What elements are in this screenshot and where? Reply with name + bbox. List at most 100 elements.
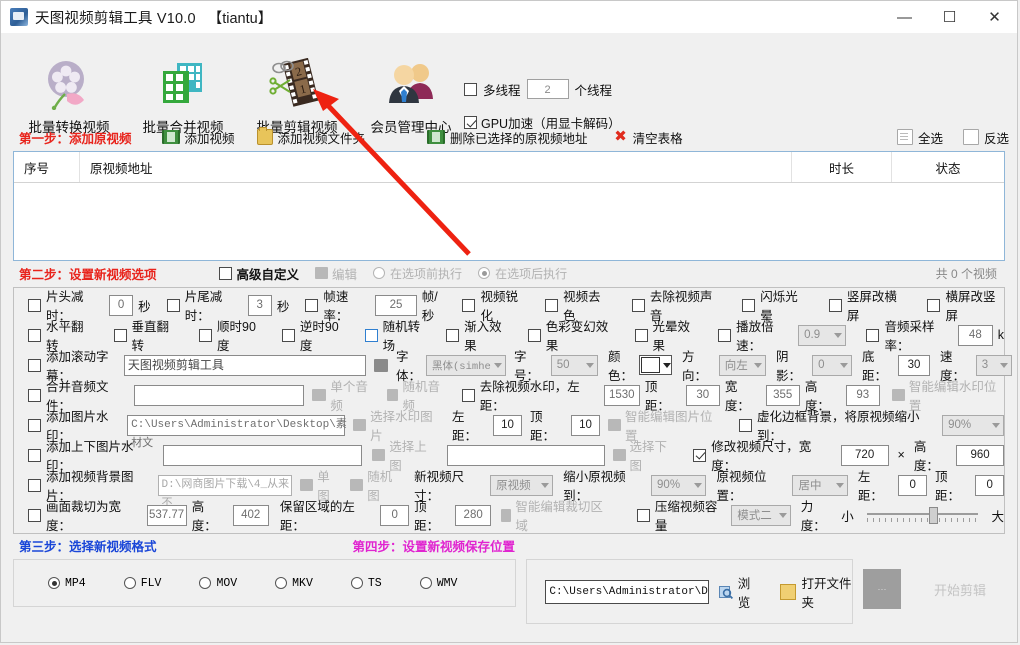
maximize-button[interactable]: ☐ bbox=[927, 1, 972, 33]
blur-background-checkbox[interactable] bbox=[739, 419, 752, 432]
head-trim-checkbox[interactable] bbox=[28, 299, 41, 312]
format-option-mp4[interactable]: MP4 bbox=[48, 577, 86, 590]
exec-after-option[interactable]: 在选项后执行 bbox=[478, 265, 567, 282]
fps-input[interactable]: 25 bbox=[375, 295, 416, 316]
shrink-video-select[interactable]: 90% bbox=[651, 475, 706, 496]
scroll-subtitle-checkbox[interactable] bbox=[28, 359, 41, 372]
resize-width-input[interactable]: 720 bbox=[841, 445, 889, 466]
font-select[interactable]: 黑体(simhei) bbox=[426, 355, 506, 376]
rotate-cw-checkbox[interactable] bbox=[199, 329, 212, 342]
fps-checkbox[interactable] bbox=[305, 299, 318, 312]
vflip-checkbox[interactable] bbox=[114, 329, 127, 342]
subtitle-color-picker[interactable] bbox=[639, 355, 672, 375]
format-option-mov[interactable]: MOV bbox=[199, 577, 237, 590]
format-radio-wmv[interactable] bbox=[420, 577, 432, 589]
compress-checkbox[interactable] bbox=[637, 509, 650, 522]
top-bottom-watermark-checkbox[interactable] bbox=[28, 449, 41, 462]
slider-thumb[interactable] bbox=[929, 507, 938, 524]
exec-after-radio[interactable] bbox=[478, 267, 490, 279]
edit-button[interactable]: 编辑 bbox=[315, 264, 357, 283]
sharpen-checkbox[interactable] bbox=[462, 299, 475, 312]
watermark-width-input[interactable]: 355 bbox=[766, 385, 800, 406]
merge-audio-input[interactable] bbox=[134, 385, 304, 406]
top-image-input[interactable] bbox=[163, 445, 362, 466]
start-clip-button[interactable]: 开始剪辑 bbox=[915, 572, 1005, 606]
exec-before-radio[interactable] bbox=[373, 267, 385, 279]
invert-select-button[interactable]: 反选 bbox=[963, 128, 1009, 147]
format-radio-mkv[interactable] bbox=[275, 577, 287, 589]
random-transition-checkbox[interactable] bbox=[365, 329, 378, 342]
flicker-checkbox[interactable] bbox=[742, 299, 755, 312]
format-option-mkv[interactable]: MKV bbox=[275, 577, 313, 590]
fadein-checkbox[interactable] bbox=[446, 329, 459, 342]
playback-speed-checkbox[interactable] bbox=[718, 329, 731, 342]
samplerate-input[interactable]: 48 bbox=[958, 325, 993, 346]
delete-selected-button[interactable]: 删除已选择的原视频地址 bbox=[427, 128, 588, 147]
vertical-to-horizontal-checkbox[interactable] bbox=[829, 299, 842, 312]
halo-checkbox[interactable] bbox=[635, 329, 648, 342]
remove-audio-checkbox[interactable] bbox=[632, 299, 645, 312]
image-watermark-left-field[interactable]: 左距： 10 bbox=[452, 406, 522, 444]
browse-button[interactable]: 浏览 bbox=[719, 573, 757, 611]
close-button[interactable]: ✕ bbox=[972, 1, 1017, 33]
format-radio-mov[interactable] bbox=[199, 577, 211, 589]
blur-background-select[interactable]: 90% bbox=[942, 415, 1004, 436]
new-video-size-select[interactable]: 原视频 bbox=[490, 475, 553, 496]
resize-video-checkbox[interactable] bbox=[693, 449, 706, 462]
tail-trim-input[interactable]: 3 bbox=[248, 295, 272, 316]
scroll-subtitle-input[interactable]: 天图视频剪辑工具 bbox=[124, 355, 366, 376]
exec-before-option[interactable]: 在选项前执行 bbox=[373, 265, 462, 282]
format-option-wmv[interactable]: WMV bbox=[420, 577, 458, 590]
watermark-top-input[interactable]: 30 bbox=[686, 385, 720, 406]
select-all-button[interactable]: 全选 bbox=[897, 128, 943, 147]
direction-select[interactable]: 向左 bbox=[719, 355, 766, 376]
keep-left-input[interactable]: 0 bbox=[380, 505, 409, 526]
bg-left-input[interactable]: 0 bbox=[898, 475, 927, 496]
remove-watermark-checkbox[interactable] bbox=[462, 389, 475, 402]
head-trim-input[interactable]: 0 bbox=[109, 295, 133, 316]
image-watermark-left-input[interactable]: 10 bbox=[493, 415, 522, 436]
bg-top-input[interactable]: 0 bbox=[975, 475, 1004, 496]
add-video-button[interactable]: 添加视频 bbox=[162, 128, 235, 147]
strength-slider[interactable] bbox=[867, 508, 979, 522]
video-position-select[interactable]: 居中 bbox=[792, 475, 847, 496]
toolbar-member-center[interactable]: 会员管理中心 bbox=[351, 55, 471, 136]
resize-height-input[interactable]: 960 bbox=[956, 445, 1004, 466]
format-radio-mp4[interactable] bbox=[48, 577, 60, 589]
playback-speed-select[interactable]: 0.9 bbox=[798, 325, 846, 346]
clear-table-button[interactable]: ✖ 清空表格 bbox=[614, 128, 683, 147]
compress-mode-select[interactable]: 模式二 bbox=[731, 505, 790, 526]
samplerate-checkbox[interactable] bbox=[866, 329, 879, 342]
multithread-checkbox[interactable] bbox=[464, 83, 477, 96]
watermark-height-input[interactable]: 93 bbox=[846, 385, 880, 406]
fontsize-select[interactable]: 50 bbox=[551, 355, 598, 376]
bottom-dist-input[interactable]: 30 bbox=[898, 355, 930, 376]
toolbar-merge-video[interactable]: 批量合并视频 bbox=[123, 55, 243, 136]
hflip-checkbox[interactable] bbox=[28, 329, 41, 342]
video-list-table[interactable]: 序号 原视频地址 时长 状态 bbox=[13, 151, 1005, 261]
shadow-select[interactable]: 0 bbox=[812, 355, 852, 376]
advanced-custom-option[interactable]: 高级自定义 bbox=[219, 264, 300, 283]
background-image-checkbox[interactable] bbox=[28, 479, 41, 492]
subtitle-speed-select[interactable]: 3 bbox=[976, 355, 1012, 376]
advanced-custom-checkbox[interactable] bbox=[219, 267, 232, 280]
decolor-checkbox[interactable] bbox=[545, 299, 558, 312]
thread-count-input[interactable]: 2 bbox=[527, 79, 569, 99]
merge-audio-checkbox[interactable] bbox=[28, 389, 41, 402]
rotate-ccw-checkbox[interactable] bbox=[282, 329, 295, 342]
add-image-watermark-checkbox[interactable] bbox=[28, 419, 41, 432]
watermark-left-input[interactable]: 1530 bbox=[604, 385, 640, 406]
format-option-flv[interactable]: FLV bbox=[124, 577, 162, 590]
bottom-image-input[interactable] bbox=[447, 445, 604, 466]
format-option-ts[interactable]: TS bbox=[351, 577, 382, 590]
format-radio-flv[interactable] bbox=[124, 577, 136, 589]
add-folder-button[interactable]: 添加视频文件夹 bbox=[257, 128, 366, 147]
crop-height-input[interactable]: 402 bbox=[233, 505, 269, 526]
smart-crop-button[interactable]: 智能编辑裁切区域 bbox=[501, 496, 611, 534]
image-watermark-path-input[interactable]: C:\Users\Administrator\Desktop\素材文 bbox=[127, 415, 345, 436]
save-path-input[interactable]: C:\Users\Administrator\Desktop bbox=[545, 580, 708, 604]
format-radio-ts[interactable] bbox=[351, 577, 363, 589]
open-folder-button[interactable]: 打开文件夹 bbox=[780, 573, 852, 611]
image-watermark-top-field[interactable]: 顶距： 10 bbox=[530, 406, 600, 444]
compress-option[interactable]: 压缩视频容量 模式二 bbox=[637, 496, 791, 534]
